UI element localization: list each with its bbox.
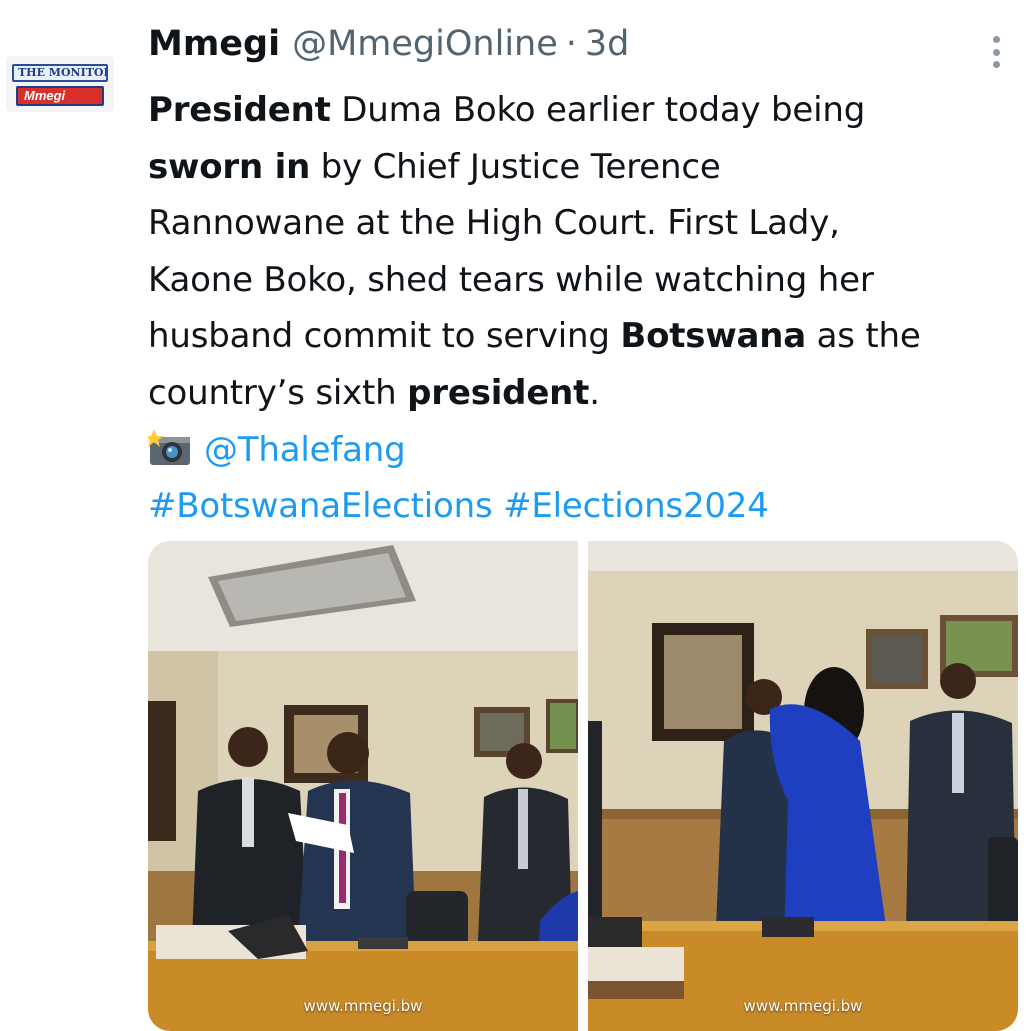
bold-text: president [407,372,590,413]
avatar-logo-line1: THE MONITOR [12,64,108,82]
watermark: www.mmegi.bw [743,997,863,1015]
tweet-line: #BotswanaElections #Elections2024 [148,478,1018,535]
tweet-text: President Duma Boko earlier today being … [145,82,1018,535]
bold-text: Botswana [620,316,807,357]
tweet-line: President Duma Boko earlier today being [148,82,1018,139]
text-span: by Chief Justice Terence [310,146,721,187]
tweet-line: country’s sixth president. [148,365,1018,422]
hashtag-link[interactable]: #BotswanaElections [148,486,493,526]
tweet-line: Rannowane at the High Court. First Lady, [148,203,840,244]
photo-credit-link[interactable]: @Thalefang [204,430,406,470]
timestamp[interactable]: 3d [585,24,630,64]
text-span: husband commit to serving [148,316,621,357]
more-options-icon[interactable] [982,30,1010,74]
text-span: . [589,372,600,413]
camera-flash-icon [145,428,192,466]
author-name[interactable]: Mmegi [148,24,280,64]
bold-text: sworn in [148,146,311,187]
tweet-line: Kaone Boko, shed tears while watching he… [148,259,874,300]
tweet-photo-2[interactable]: www.mmegi.bw [588,541,1018,1031]
text-span: as the [806,316,921,357]
avatar[interactable]: THE MONITOR Mmegi [6,56,114,112]
author-handle[interactable]: @MmegiOnline [292,24,558,64]
text-span: Duma Boko earlier today being [330,90,866,130]
tweet-header: Mmegi @MmegiOnline · 3d [148,24,629,74]
avatar-logo-line2: Mmegi [16,86,104,106]
hashtag-link[interactable]: #Elections2024 [503,486,769,526]
watermark: www.mmegi.bw [303,997,423,1015]
tweet-photo-1[interactable]: www.mmegi.bw [148,541,578,1031]
tweet-line: @Thalefang [145,422,1018,479]
separator-dot: · [565,24,577,64]
text-span: country’s sixth [148,372,408,413]
tweet-line: sworn in by Chief Justice Terence [148,139,1018,196]
bold-text: President [148,90,331,130]
tweet-line: husband commit to serving Botswana as th… [148,308,1018,365]
